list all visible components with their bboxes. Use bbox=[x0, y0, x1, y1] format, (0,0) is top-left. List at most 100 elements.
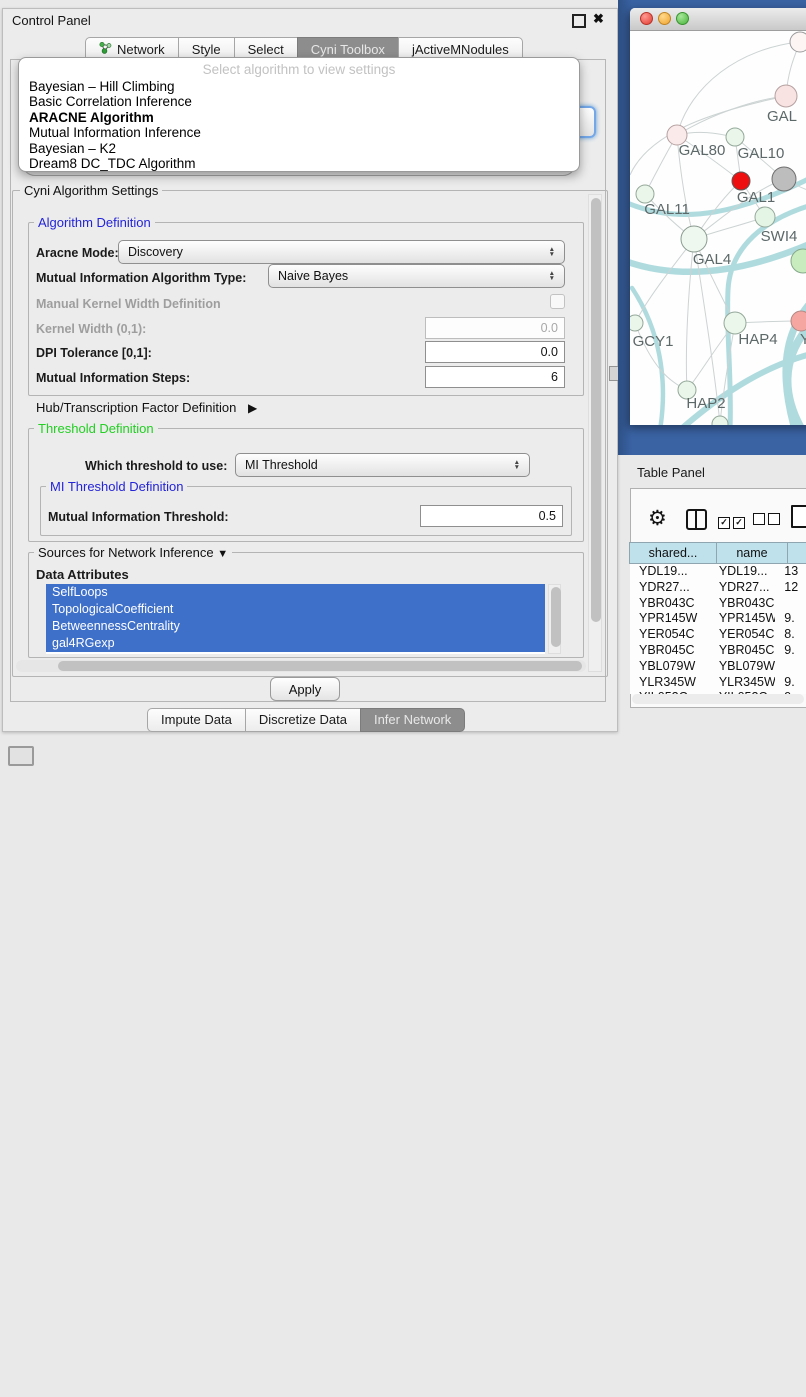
which-threshold-label: Which threshold to use: bbox=[85, 459, 227, 473]
dpi-tolerance-label: DPI Tolerance [0,1]: bbox=[36, 346, 152, 360]
data-attribute-item[interactable]: gal4RGexp bbox=[46, 635, 545, 652]
table-cell: 12 bbox=[775, 580, 806, 596]
algorithm-option-dream8-dc-tdc-algorithm[interactable]: Dream8 DC_TDC Algorithm bbox=[19, 156, 579, 171]
table-cell: YER054C bbox=[710, 627, 775, 643]
hub-definition-expander[interactable]: Hub/Transcription Factor Definition ▶ bbox=[36, 400, 257, 415]
which-threshold-combo[interactable]: MI Threshold ▲▼ bbox=[235, 453, 530, 477]
algorithm-option-mutual-information-inference[interactable]: Mutual Information Inference bbox=[19, 125, 579, 140]
algorithm-option-basic-correlation-inference[interactable]: Basic Correlation Inference bbox=[19, 94, 579, 109]
zoom-window-icon[interactable] bbox=[676, 12, 689, 25]
kernel-width-field[interactable]: 0.0 bbox=[425, 317, 565, 339]
network-node-swi4[interactable] bbox=[755, 207, 775, 227]
table-row[interactable]: YLR345WYLR345W9. bbox=[630, 675, 806, 691]
minimize-window-icon[interactable] bbox=[658, 12, 671, 25]
algorithm-definition-title: Algorithm Definition bbox=[34, 215, 155, 230]
data-attribute-item[interactable]: TopologicalCoefficient bbox=[46, 601, 545, 618]
attributes-list-scrollbar[interactable] bbox=[548, 584, 561, 654]
select-all-columns-icon[interactable]: ✓✓ bbox=[718, 512, 748, 530]
threshold-definition-title: Threshold Definition bbox=[34, 421, 158, 436]
mi-algorithm-type-value: Naive Bayes bbox=[278, 269, 348, 283]
aracne-mode-value: Discovery bbox=[128, 245, 183, 259]
network-node[interactable] bbox=[772, 167, 796, 191]
network-node-gal[interactable] bbox=[775, 85, 797, 107]
combo-spinner-icon: ▲▼ bbox=[514, 460, 520, 471]
table-row[interactable]: YBR043CYBR043C bbox=[630, 596, 806, 612]
sources-title: Sources for Network Inference bbox=[38, 545, 214, 560]
tab-impute-data[interactable]: Impute Data bbox=[147, 708, 246, 732]
table-cell: YPR145W bbox=[710, 611, 775, 627]
table-cell: YER054C bbox=[630, 627, 710, 643]
node-label-swi4: SWI4 bbox=[761, 228, 798, 245]
table-cell: YBR043C bbox=[630, 596, 710, 612]
table-cell: YBR045C bbox=[630, 643, 710, 659]
kernel-width-value: 0.0 bbox=[541, 321, 558, 335]
tab-infer-network[interactable]: Infer Network bbox=[360, 708, 465, 732]
table-cell: YBL079W bbox=[710, 659, 775, 675]
table-row[interactable]: YPR145WYPR145W9. bbox=[630, 611, 806, 627]
network-node-gal1[interactable] bbox=[732, 172, 750, 190]
bottom-tab-bar: Impute DataDiscretize DataInfer Network bbox=[148, 708, 465, 732]
table-cell: YBL079W bbox=[630, 659, 710, 675]
data-attribute-item[interactable]: SelfLoops bbox=[46, 584, 545, 601]
table-row[interactable]: YBL079WYBL079W bbox=[630, 659, 806, 675]
close-panel-icon[interactable]: ✖ bbox=[593, 11, 604, 27]
network-node-gal4[interactable] bbox=[681, 226, 707, 252]
table-cell: 8. bbox=[775, 627, 806, 643]
settings-vertical-scrollbar[interactable] bbox=[588, 194, 602, 672]
mi-algorithm-type-combo[interactable]: Naive Bayes ▲▼ bbox=[268, 264, 565, 288]
algorithm-option-bayesian-hill-climbing[interactable]: Bayesian – Hill Climbing bbox=[19, 79, 579, 94]
data-attribute-item[interactable]: BetweennessCentrality bbox=[46, 618, 545, 635]
tab-discretize-data[interactable]: Discretize Data bbox=[245, 708, 361, 732]
mi-threshold-label: Mutual Information Threshold: bbox=[48, 510, 229, 524]
table-horizontal-scrollbar[interactable] bbox=[632, 694, 804, 704]
settings-horizontal-scrollbar[interactable] bbox=[16, 660, 586, 672]
float-window-icon[interactable] bbox=[572, 14, 586, 28]
table-cell: YDR27... bbox=[710, 580, 775, 596]
network-node-y[interactable] bbox=[791, 311, 806, 331]
manual-kernel-width-checkbox[interactable] bbox=[550, 294, 565, 309]
column-header-shared[interactable]: shared... bbox=[629, 542, 717, 564]
node-label-gal1: GAL1 bbox=[737, 189, 775, 206]
table-cell: YDL19... bbox=[710, 564, 775, 580]
aracne-mode-combo[interactable]: Discovery ▲▼ bbox=[118, 240, 565, 264]
mi-steps-field[interactable]: 6 bbox=[425, 366, 565, 388]
split-columns-icon[interactable] bbox=[686, 509, 707, 530]
table-header-row: shared...name bbox=[630, 542, 806, 564]
table-cell: YLR345W bbox=[710, 675, 775, 691]
network-window-titlebar[interactable] bbox=[630, 8, 806, 31]
data-attributes-label: Data Attributes bbox=[36, 567, 129, 582]
sources-title-row[interactable]: Sources for Network Inference ▼ bbox=[34, 545, 232, 560]
table-row[interactable]: YER054CYER054C8. bbox=[630, 627, 806, 643]
mi-threshold-field[interactable]: 0.5 bbox=[420, 505, 563, 527]
column-header-2[interactable] bbox=[787, 542, 806, 564]
collapsed-panel-icon[interactable] bbox=[8, 746, 34, 766]
table-cell: 9. bbox=[775, 611, 806, 627]
network-node-gal10[interactable] bbox=[726, 128, 744, 146]
table-cell: YDL19... bbox=[630, 564, 710, 580]
table-cell: 9. bbox=[775, 675, 806, 691]
table-row[interactable]: YDR27...YDR27...12 bbox=[630, 580, 806, 596]
kernel-width-label: Kernel Width (0,1): bbox=[36, 322, 146, 336]
column-header-name[interactable]: name bbox=[716, 542, 788, 564]
table-row[interactable]: YDL19...YDL19...13 bbox=[630, 564, 806, 580]
apply-button[interactable]: Apply bbox=[270, 677, 340, 701]
apply-button-label: Apply bbox=[289, 682, 322, 697]
tab-network-label: Network bbox=[117, 42, 165, 57]
dpi-tolerance-field[interactable]: 0.0 bbox=[425, 341, 565, 363]
deselect-all-columns-icon[interactable] bbox=[753, 512, 783, 530]
network-canvas[interactable]: GALGAL80GAL10GAL1SWI4GAL11GAL4GCY1HAP4YH… bbox=[630, 30, 806, 425]
node-label-gal80: GAL80 bbox=[679, 142, 726, 159]
network-node[interactable] bbox=[712, 416, 728, 425]
gear-icon[interactable]: ⚙ bbox=[648, 506, 667, 531]
algorithm-option-bayesian-k2[interactable]: Bayesian – K2 bbox=[19, 141, 579, 156]
mi-steps-value: 6 bbox=[551, 370, 558, 384]
new-table-file-icon[interactable] bbox=[791, 505, 806, 528]
screen: { "colors": { "desktop_blue": "#3a63a4",… bbox=[0, 0, 806, 762]
close-window-icon[interactable] bbox=[640, 12, 653, 25]
algorithm-option-aracne-algorithm[interactable]: ARACNE Algorithm bbox=[19, 110, 579, 125]
expander-arrow-right-icon: ▶ bbox=[248, 401, 257, 415]
network-node-gcy1[interactable] bbox=[630, 315, 643, 331]
hub-definition-label: Hub/Transcription Factor Definition bbox=[36, 400, 236, 415]
table-row[interactable]: YBR045CYBR045C9. bbox=[630, 643, 806, 659]
network-node[interactable] bbox=[790, 32, 806, 52]
